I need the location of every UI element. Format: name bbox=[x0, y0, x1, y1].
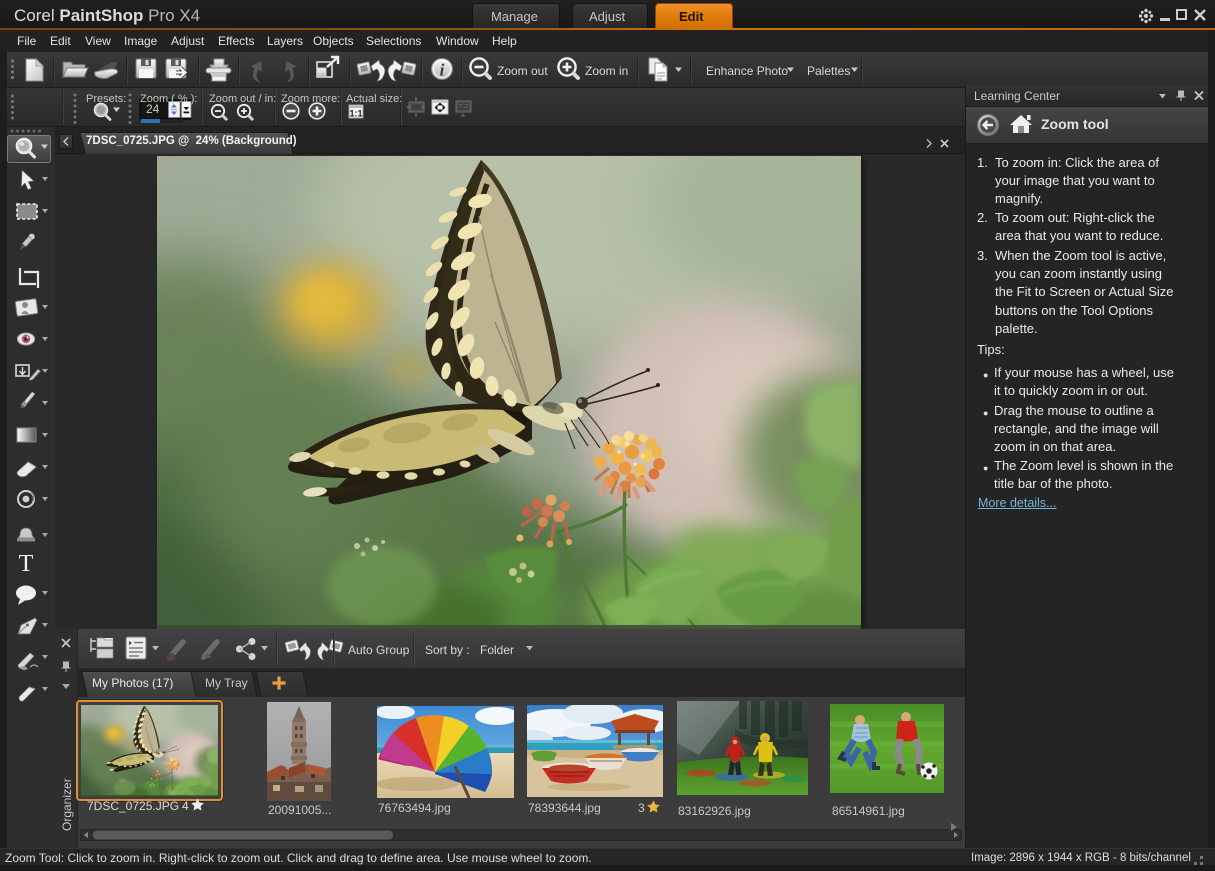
svg-text:1:1: 1:1 bbox=[349, 109, 362, 119]
svg-text:T: T bbox=[19, 551, 34, 577]
svg-text:i: i bbox=[440, 61, 445, 80]
svg-text:Organizer: Organizer bbox=[60, 778, 74, 831]
